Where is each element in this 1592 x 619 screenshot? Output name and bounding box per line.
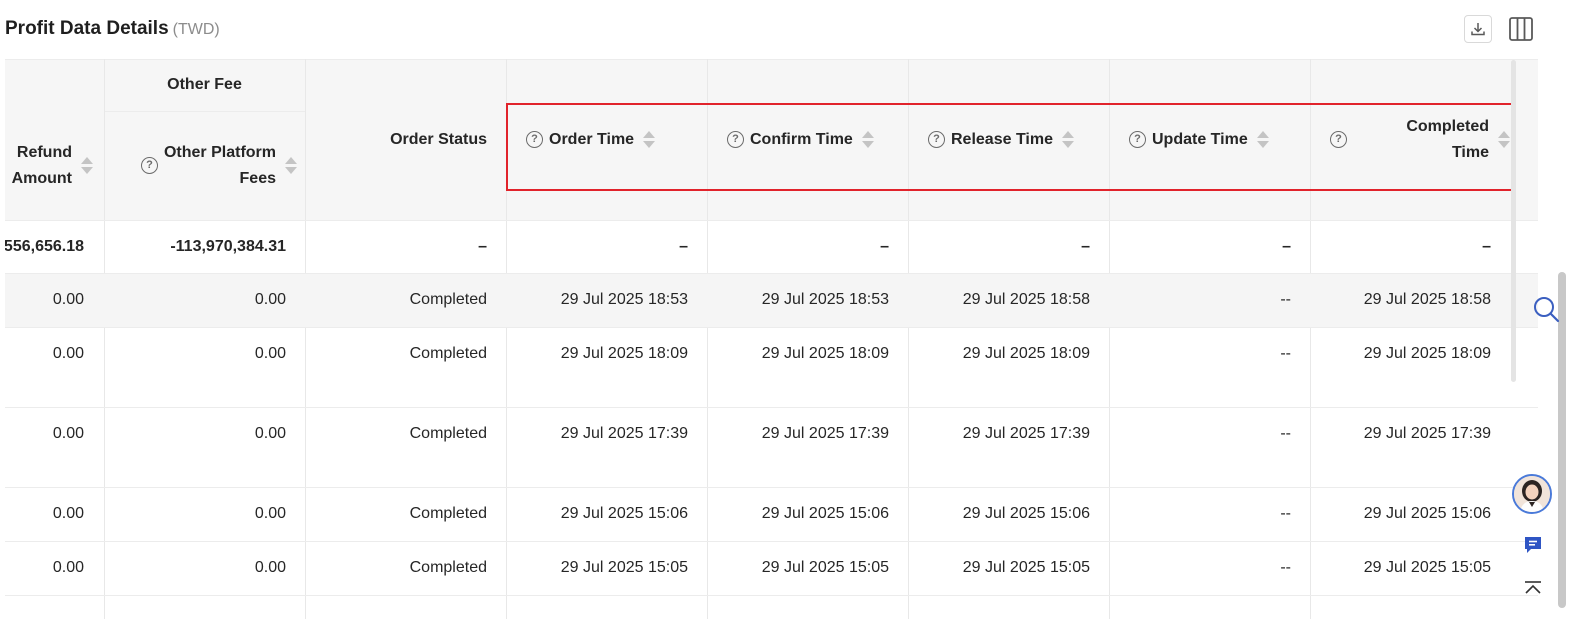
other-platform-fees-header-line: Fees — [239, 169, 276, 187]
cell-order-status: Completed — [409, 345, 487, 362]
cell-update-time: -- — [1280, 425, 1291, 442]
help-icon[interactable]: ? — [140, 157, 158, 174]
help-icon[interactable]: ? — [1129, 131, 1146, 148]
cell-release-time: 29 Jul 2025 17:39 — [962, 425, 1090, 442]
page-title-text: Profit Data Details — [5, 18, 169, 39]
sort-icon[interactable] — [1256, 131, 1269, 148]
completed-time-header-line: Time — [1451, 143, 1489, 161]
cell-order-time: 29 Jul 2025 15:05 — [560, 559, 688, 576]
column-header-order-time[interactable]: ? Order Time — [526, 59, 707, 220]
completed-time-header-line: Completed — [1406, 117, 1489, 135]
cell-refund-amount: 0.00 — [52, 505, 84, 522]
cell-order-status: Completed — [409, 559, 487, 576]
cell-refund-amount: 0.00 — [52, 559, 84, 576]
support-avatar-icon — [1514, 476, 1550, 512]
cell-confirm-time: 29 Jul 2025 17:39 — [761, 425, 889, 442]
cell-release-time: 29 Jul 2025 18:58 — [962, 291, 1090, 308]
table-row[interactable]: 0.00 0.00 Completed 29 Jul 2025 18:09 29 Jul… — [5, 328, 1538, 408]
cell-completed-time: 29 Jul 2025 15:05 — [1363, 559, 1491, 576]
cell-update-time: -- — [1280, 345, 1291, 362]
cell-completed-time: 29 Jul 2025 18:58 — [1363, 291, 1491, 308]
columns-settings-icon — [1509, 17, 1533, 41]
cell-refund-amount: 0.00 — [52, 291, 84, 308]
refund-amount-header-line: Refund — [16, 143, 72, 161]
sort-icon[interactable] — [1498, 131, 1510, 148]
side-search-button[interactable] — [1531, 294, 1561, 324]
total-order-status: – — [478, 238, 487, 255]
cell-completed-time: 29 Jul 2025 17:39 — [1363, 425, 1491, 442]
cell-completed-time: 29 Jul 2025 18:09 — [1363, 345, 1491, 362]
cell-update-time: -- — [1280, 559, 1291, 576]
cell-release-time: 29 Jul 2025 18:09 — [962, 345, 1090, 362]
cell-refund-amount: 0.00 — [52, 345, 84, 362]
total-confirm-time: – — [880, 238, 889, 255]
cell-other-platform-fees: 0.00 — [254, 291, 286, 308]
search-icon — [1534, 297, 1560, 323]
help-icon[interactable]: ? — [727, 131, 744, 148]
profit-data-table: Other Fee Refund Amount ? Other Platform… — [5, 59, 1538, 619]
cell-order-status: Completed — [409, 291, 487, 308]
sort-icon[interactable] — [1062, 131, 1074, 148]
column-header-order-status: Order Status — [390, 130, 487, 148]
total-other-platform-fees: -113,970,384.31 — [170, 238, 286, 255]
column-header-refund-amount[interactable]: Refund Amount — [5, 111, 93, 220]
cell-confirm-time: 29 Jul 2025 18:09 — [761, 345, 889, 362]
table-row[interactable]: 0.00 0.00 Completed 29 Jul 2025 17:39 29 Jul… — [5, 408, 1538, 488]
page-title: Profit Data Details (TWD) — [5, 18, 220, 40]
support-avatar-button[interactable] — [1512, 474, 1552, 514]
total-release-time: – — [1081, 238, 1090, 255]
cell-order-status: Completed — [409, 505, 487, 522]
cell-update-time: -- — [1280, 291, 1291, 308]
table-row[interactable]: 0.00 0.00 Completed 29 Jul 2025 15:05 29 Jul… — [5, 542, 1538, 596]
column-header-release-time[interactable]: ? Release Time — [928, 59, 1109, 220]
chat-icon — [1525, 537, 1541, 553]
help-icon[interactable]: ? — [526, 131, 543, 148]
help-icon[interactable]: ? — [928, 131, 945, 148]
total-order-time: – — [679, 238, 688, 255]
cell-other-platform-fees: 0.00 — [254, 505, 286, 522]
other-fee-group-header: Other Fee — [167, 76, 242, 93]
cell-completed-time: 29 Jul 2025 15:06 — [1363, 505, 1491, 522]
total-update-time: – — [1282, 238, 1291, 255]
cell-order-status: Completed — [409, 425, 487, 442]
chat-button[interactable] — [1522, 535, 1544, 555]
cell-confirm-time: 29 Jul 2025 15:06 — [761, 505, 889, 522]
currency-label: (TWD) — [172, 21, 220, 38]
help-icon[interactable]: ? — [1330, 131, 1347, 148]
download-icon — [1471, 23, 1485, 36]
back-to-top-icon — [1525, 581, 1541, 594]
cell-refund-amount: 0.00 — [52, 425, 84, 442]
refund-amount-header-line: Amount — [11, 169, 72, 187]
column-header-completed-time[interactable]: ? Completed Time — [1330, 59, 1510, 220]
sort-icon[interactable] — [285, 157, 297, 174]
cell-order-time: 29 Jul 2025 18:53 — [560, 291, 688, 308]
other-platform-fees-header-line: Other Platform — [163, 143, 276, 161]
download-button[interactable] — [1464, 15, 1492, 43]
table-row[interactable]: 0.00 0.00 Completed 29 Jul 2025 18:53 29 Jul… — [5, 274, 1538, 328]
column-header-confirm-time[interactable]: ? Confirm Time — [727, 59, 908, 220]
column-settings-button[interactable] — [1507, 15, 1535, 43]
total-completed-time: – — [1482, 238, 1491, 255]
cell-other-platform-fees: 0.00 — [254, 345, 286, 362]
sort-icon[interactable] — [643, 131, 656, 148]
cell-other-platform-fees: 0.00 — [254, 425, 286, 442]
cell-other-platform-fees: 0.00 — [254, 559, 286, 576]
column-header-update-time[interactable]: ? Update Time — [1129, 59, 1310, 220]
sort-icon[interactable] — [861, 131, 874, 148]
cell-confirm-time: 29 Jul 2025 18:53 — [761, 291, 889, 308]
total-refund-amount: 556,656.18 — [5, 238, 84, 255]
cell-order-time: 29 Jul 2025 17:39 — [560, 425, 688, 442]
cell-release-time: 29 Jul 2025 15:06 — [962, 505, 1090, 522]
back-to-top-button[interactable] — [1522, 580, 1544, 596]
cell-order-time: 29 Jul 2025 18:09 — [560, 345, 688, 362]
table-scrollbar[interactable] — [1511, 60, 1516, 382]
column-header-other-platform-fees[interactable]: ? Other Platform Fees — [104, 111, 305, 220]
table-row[interactable]: 0.00 0.00 Completed 29 Jul 2025 15:06 29 Jul… — [5, 488, 1538, 542]
cell-confirm-time: 29 Jul 2025 15:05 — [761, 559, 889, 576]
cell-order-time: 29 Jul 2025 15:06 — [560, 505, 688, 522]
cell-release-time: 29 Jul 2025 15:05 — [962, 559, 1090, 576]
sort-icon[interactable] — [81, 157, 93, 174]
cell-update-time: -- — [1280, 505, 1291, 522]
total-row: 556,656.18 -113,970,384.31 – – – – – – — [5, 220, 1538, 274]
